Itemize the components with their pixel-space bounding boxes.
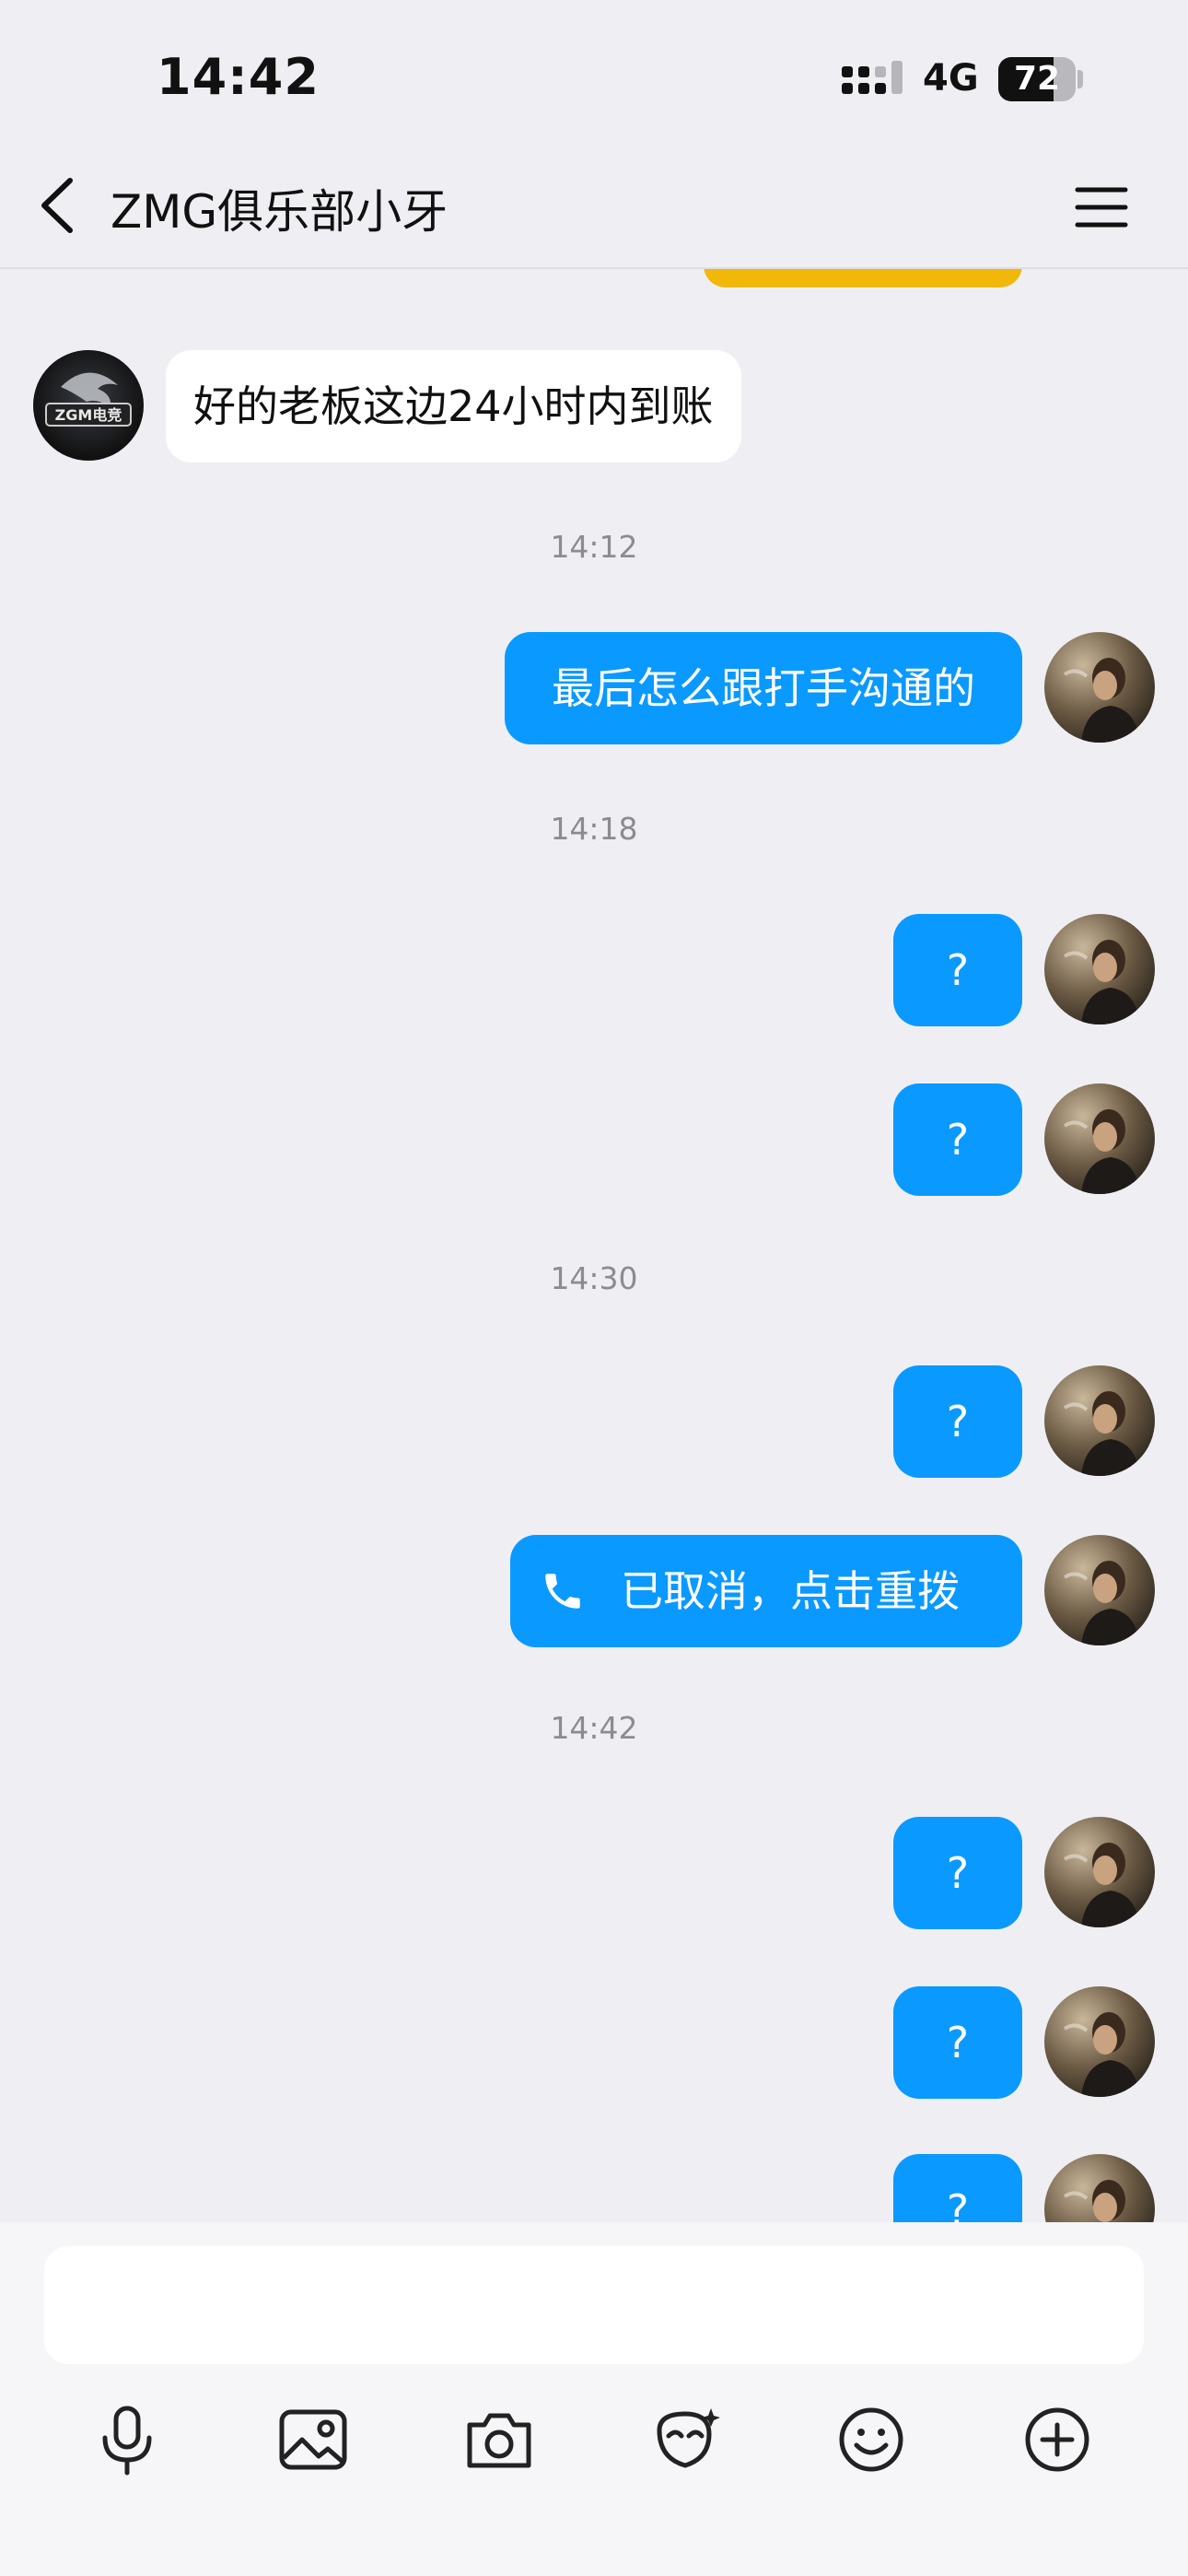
battery-percent: 72 [1013,60,1061,98]
user-portrait-icon [1044,1365,1155,1476]
outgoing-message[interactable]: ? [893,1817,1022,1929]
user-avatar[interactable] [1044,1365,1155,1476]
timestamp: 14:12 [550,529,638,565]
network-type: 4G [923,57,979,100]
status-bar: 14:42 4G 72 [0,0,1188,147]
user-portrait-icon [1044,632,1155,743]
camera-icon[interactable] [462,2403,536,2476]
dragon-logo-icon: ZGM电竞 [45,372,132,427]
back-chevron-icon[interactable] [33,173,88,238]
outgoing-message[interactable]: ? [893,1365,1022,1478]
user-avatar[interactable] [1044,1817,1155,1927]
message-input[interactable] [44,2246,1144,2364]
outgoing-message[interactable]: ? [893,2154,1022,2222]
outgoing-message[interactable]: ? [893,914,1022,1026]
call-redial-bubble[interactable]: 已取消，点击重拨 [510,1535,1022,1647]
user-avatar[interactable] [1044,632,1155,743]
user-avatar[interactable] [1044,1083,1155,1194]
menu-icon[interactable] [1074,184,1129,230]
user-avatar[interactable] [1044,914,1155,1025]
sticker-icon[interactable] [648,2403,722,2476]
user-portrait-icon [1044,1083,1155,1194]
user-portrait-icon [1044,2154,1155,2222]
outgoing-message[interactable]: ? [893,1986,1022,2099]
user-portrait-icon [1044,1986,1155,2097]
microphone-icon[interactable] [90,2403,164,2476]
contact-avatar[interactable]: ZGM电竞 [33,350,144,461]
chat-title: ZMG俱乐部小牙 [111,185,448,239]
image-icon[interactable] [276,2403,350,2476]
chat-header: ZMG俱乐部小牙 [0,147,1188,269]
call-status-text: 已取消，点击重拨 [621,1566,960,1616]
plus-icon[interactable] [1020,2403,1094,2476]
timestamp: 14:30 [550,1260,638,1296]
user-avatar[interactable] [1044,1535,1155,1645]
previous-message-bubble [704,269,1022,287]
battery-icon: 72 [998,57,1076,101]
timestamp: 14:42 [550,1710,638,1746]
timestamp: 14:18 [550,811,638,847]
status-time: 14:42 [157,48,320,106]
user-portrait-icon [1044,1817,1155,1927]
battery-nub [1077,70,1083,88]
incoming-message[interactable]: 好的老板这边24小时内到账 [166,350,741,463]
user-avatar[interactable] [1044,1986,1155,2097]
user-avatar[interactable] [1044,2154,1155,2222]
user-portrait-icon [1044,1535,1155,1645]
svg-text:ZGM电竞: ZGM电竞 [55,406,122,424]
phone-icon [545,1574,580,1609]
outgoing-message[interactable]: 最后怎么跟打手沟通的 [505,632,1022,744]
user-portrait-icon [1044,914,1155,1025]
composer-bar [0,2222,1188,2576]
emoji-icon[interactable] [834,2403,908,2476]
outgoing-message[interactable]: ? [893,1083,1022,1196]
message-list[interactable]: ZGM电竞 好的老板这边24小时内到账 14:12 最后怎么跟打手沟通的 14:… [0,269,1188,2222]
cellular-signal-icon [842,61,903,94]
